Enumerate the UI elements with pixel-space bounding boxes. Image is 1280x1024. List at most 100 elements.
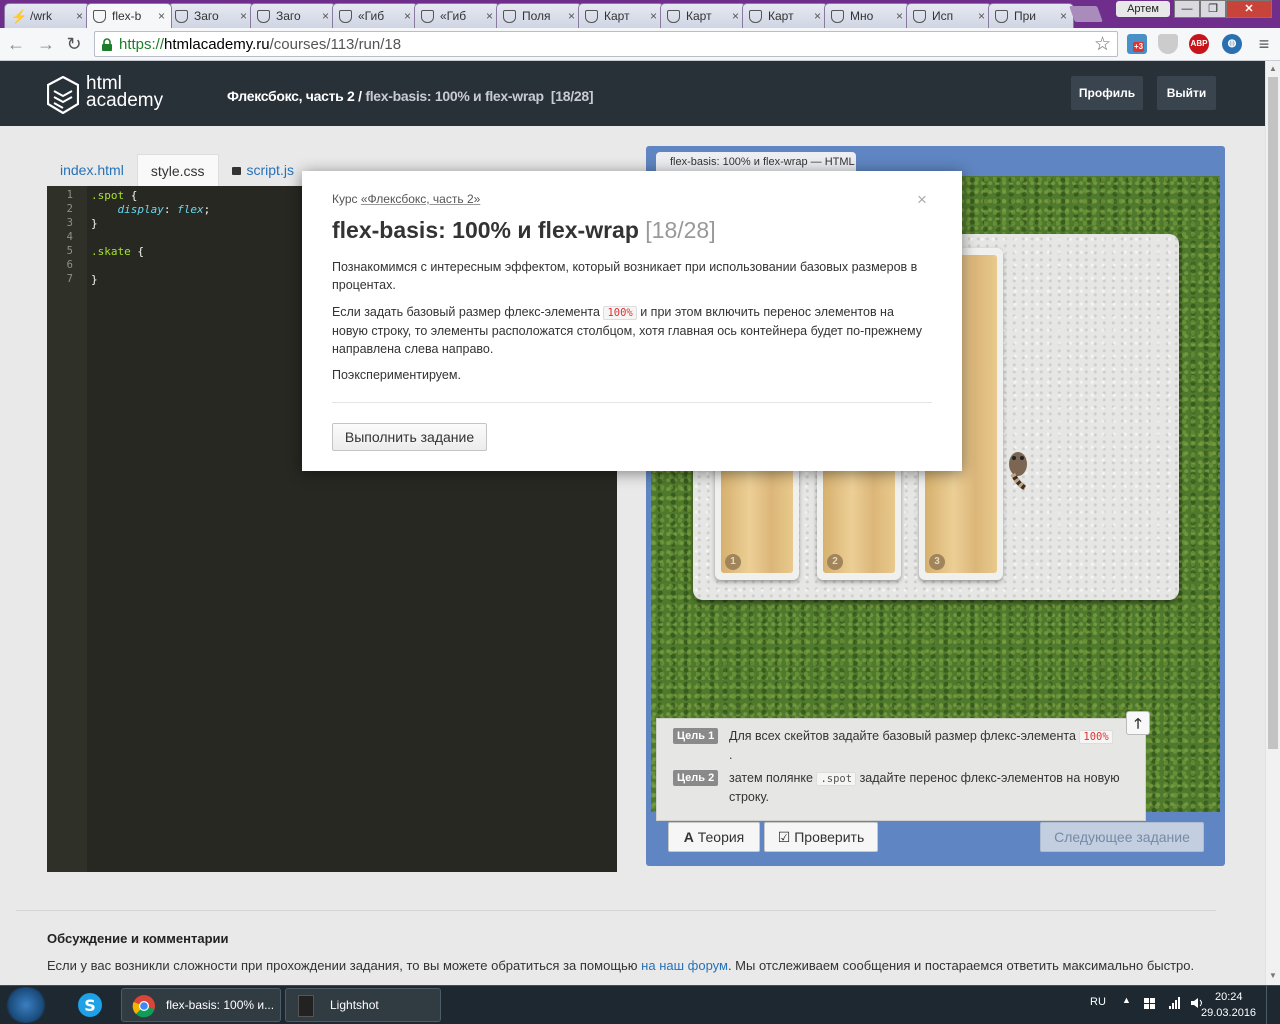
tab-close-icon[interactable]: ×	[732, 9, 739, 23]
modal-course-link[interactable]: «Флексбокс, часть 2»	[361, 192, 480, 206]
browser-tab[interactable]: ⚡/wrk ×	[4, 3, 90, 28]
browser-tab-label: Карт	[768, 9, 794, 23]
goals-toggle-arrow-icon[interactable]: 🡑	[1126, 711, 1150, 735]
clock-time[interactable]: 20:24	[1215, 991, 1243, 1003]
theory-icon: A	[683, 829, 694, 845]
code-line: }	[91, 273, 98, 286]
back-icon[interactable]: ←	[4, 32, 28, 56]
bolt-icon: ⚡	[11, 8, 28, 24]
page-scrollbar[interactable]: ▲ ▼	[1265, 61, 1280, 985]
code-line: .spot {	[91, 189, 138, 202]
line-gutter: 1 2 3 4 5 6 7	[47, 186, 87, 872]
tab-close-icon[interactable]: ×	[322, 9, 329, 23]
taskbar-lightshot[interactable]: Lightshot	[285, 988, 441, 1022]
theory-button[interactable]: A Теория	[668, 822, 760, 852]
modal-course-line: Курс «Флексбокс, часть 2»	[332, 192, 481, 206]
browser-tab-label: Заго	[276, 9, 301, 23]
reload-icon[interactable]: ↻	[62, 32, 86, 56]
browser-tab-label: «Гиб	[358, 9, 385, 23]
address-bar[interactable]: https://htmlacademy.ru/courses/113/run/1…	[94, 31, 1118, 57]
network-icon[interactable]	[1168, 996, 1182, 1010]
start-button[interactable]	[4, 987, 48, 1023]
svg-text:S: S	[84, 996, 96, 1015]
tab-close-icon[interactable]: ×	[486, 9, 493, 23]
globe-extension-icon[interactable]: ◍	[1222, 34, 1242, 54]
modal-paragraph-2: Если задать базовый размер флекс-элемент…	[332, 305, 922, 356]
shield-icon	[93, 9, 106, 23]
maximize-button[interactable]: ❐	[1200, 0, 1226, 18]
browser-tab[interactable]: Заго ×	[250, 3, 336, 28]
browser-tab[interactable]: Поля ×	[496, 3, 582, 28]
tab-close-icon[interactable]: ×	[1060, 9, 1067, 23]
tab-index-html[interactable]: index.html	[47, 154, 137, 186]
logo-icon[interactable]	[47, 76, 79, 114]
tab-close-icon[interactable]: ×	[896, 9, 903, 23]
taskbar-chrome[interactable]: flex-basis: 100% и...	[121, 988, 281, 1022]
shield-icon	[339, 9, 352, 23]
start-task-button[interactable]: Выполнить задание	[332, 423, 487, 451]
profile-button[interactable]: Профиль	[1071, 76, 1143, 110]
shield-icon	[831, 9, 844, 23]
menu-icon[interactable]: ≡	[1252, 32, 1276, 56]
scroll-thumb[interactable]	[1268, 77, 1278, 749]
check-button[interactable]: ☑ Проверить	[764, 822, 878, 852]
tab-close-icon[interactable]: ×	[76, 9, 83, 23]
discussion-title: Обсуждение и комментарии	[47, 931, 229, 946]
language-indicator[interactable]: RU	[1090, 996, 1106, 1008]
browser-tab[interactable]: Заго ×	[168, 3, 254, 28]
scroll-down-icon[interactable]: ▼	[1269, 971, 1277, 980]
line-number: 3	[66, 217, 73, 229]
shield-extension-icon[interactable]	[1158, 34, 1178, 54]
browser-tab[interactable]: Карт ×	[660, 3, 746, 28]
tab-close-icon[interactable]: ×	[158, 9, 165, 23]
tray-expand-icon[interactable]: ▲	[1122, 995, 1131, 1005]
cloud-extension-icon[interactable]: +3	[1127, 34, 1147, 54]
logo-text[interactable]: html academy	[86, 74, 163, 110]
site-header: html academy Флексбокс, часть 2 / flex-ba…	[0, 61, 1265, 126]
tab-close-icon[interactable]: ×	[240, 9, 247, 23]
lock-icon	[102, 38, 112, 51]
tab-close-icon[interactable]: ×	[404, 9, 411, 23]
modal-close-icon[interactable]: ×	[917, 190, 927, 210]
browser-tab[interactable]: flex-b ×	[86, 3, 172, 28]
skype-icon[interactable]: S	[70, 988, 110, 1022]
raccoon-icon	[1009, 452, 1027, 490]
browser-tab[interactable]: При ×	[988, 3, 1074, 28]
browser-tab-label: «Гиб	[440, 9, 467, 23]
bookmark-star-icon[interactable]: ☆	[1094, 33, 1111, 56]
browser-tab[interactable]: Мно ×	[824, 3, 910, 28]
window-controls: — ❐ ✕	[1174, 0, 1272, 18]
tab-close-icon[interactable]: ×	[978, 9, 985, 23]
minimize-button[interactable]: —	[1174, 0, 1200, 18]
shield-icon	[995, 9, 1008, 23]
profile-chip[interactable]: Артем	[1116, 1, 1170, 17]
next-task-button[interactable]: Следующее задание	[1040, 822, 1204, 852]
browser-tab[interactable]: Карт ×	[742, 3, 828, 28]
tab-close-icon[interactable]: ×	[814, 9, 821, 23]
new-tab-button[interactable]	[1069, 6, 1103, 22]
tab-script-js[interactable]: script.js	[219, 154, 307, 186]
breadcrumb-course[interactable]: Флексбокс, часть 2 /	[227, 88, 362, 104]
browser-tab-label: Карт	[686, 9, 712, 23]
tab-style-css[interactable]: style.css	[136, 154, 219, 186]
show-desktop-button[interactable]	[1266, 986, 1280, 1024]
logout-button[interactable]: Выйти	[1157, 76, 1216, 110]
adblock-icon[interactable]: ABP	[1189, 34, 1209, 54]
section-divider	[16, 910, 1216, 911]
browser-tab[interactable]: «Гиб ×	[414, 3, 500, 28]
forum-link[interactable]: на наш форум	[641, 958, 728, 973]
scroll-up-icon[interactable]: ▲	[1269, 64, 1277, 73]
tab-close-icon[interactable]: ×	[650, 9, 657, 23]
browser-tab[interactable]: Карт ×	[578, 3, 664, 28]
browser-tab[interactable]: Исп ×	[906, 3, 992, 28]
lock-icon	[231, 167, 241, 175]
goals-panel: Цель 1 Для всех скейтов задайте базовый …	[656, 718, 1146, 821]
browser-tab[interactable]: «Гиб ×	[332, 3, 418, 28]
window-close-button[interactable]: ✕	[1226, 0, 1272, 18]
shield-icon	[503, 9, 516, 23]
action-center-flag-icon[interactable]	[1143, 997, 1157, 1011]
forward-icon[interactable]: →	[34, 32, 58, 56]
modal-paragraph-3: Поэкспериментируем.	[332, 368, 461, 382]
tab-close-icon[interactable]: ×	[568, 9, 575, 23]
clock-date[interactable]: 29.03.2016	[1201, 1007, 1256, 1019]
